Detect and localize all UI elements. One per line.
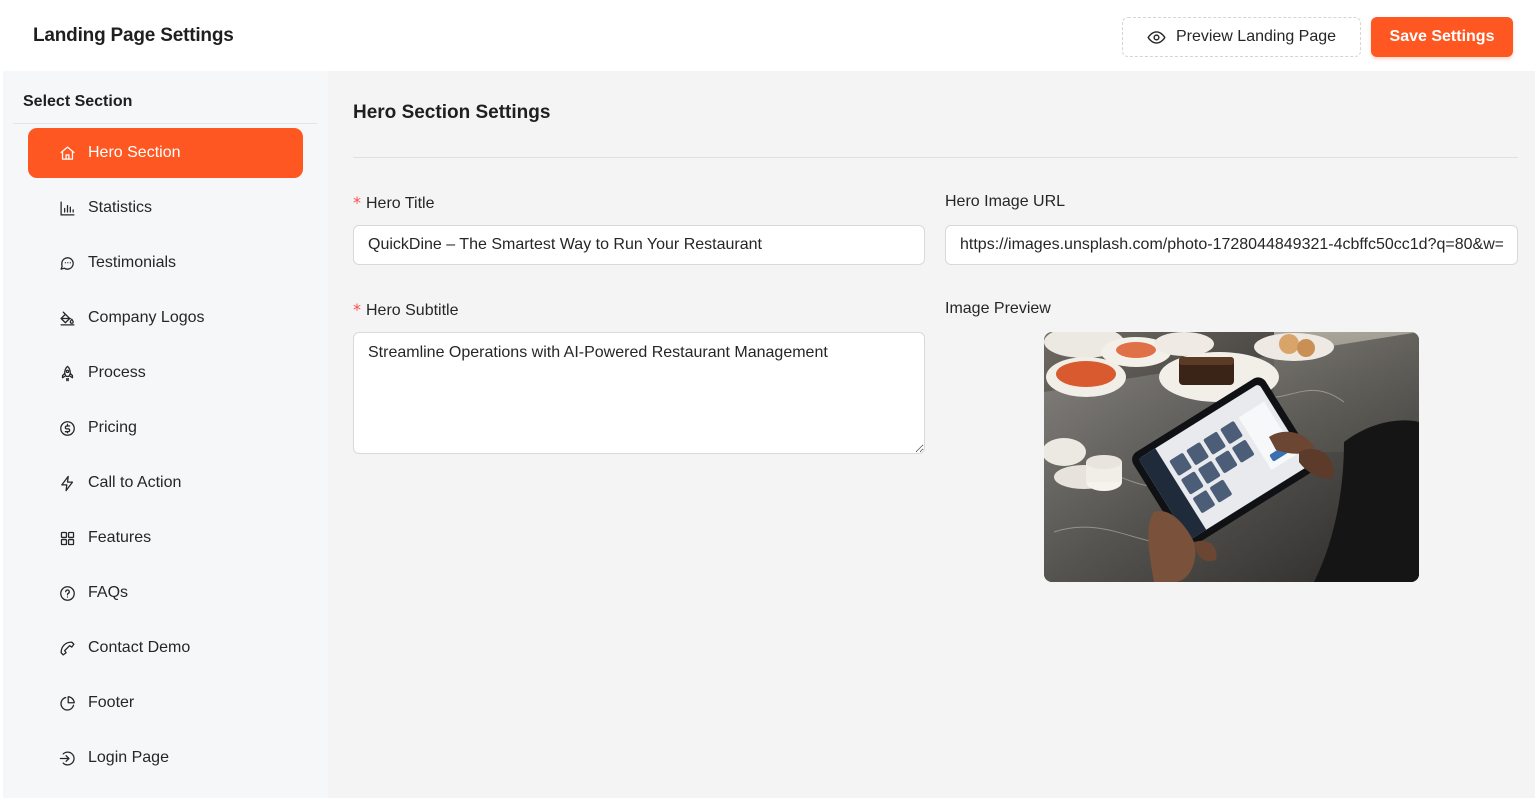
sidebar-item-label: Footer (88, 694, 135, 711)
question-circle-icon (58, 584, 76, 602)
sidebar-item-statistics[interactable]: Statistics (28, 183, 303, 233)
paint-bucket-icon (58, 309, 76, 327)
dollar-circle-icon (58, 419, 76, 437)
sidebar-item-label: Login Page (88, 749, 169, 766)
hero-title-label-text: Hero Title (366, 195, 435, 212)
sidebar-divider (13, 123, 317, 124)
rocket-icon (58, 364, 76, 382)
sidebar-item-call-to-action[interactable]: Call to Action (28, 458, 303, 508)
sidebar-heading: Select Section (23, 93, 133, 110)
page-title: Landing Page Settings (33, 25, 234, 46)
required-mark: * (353, 300, 361, 319)
login-icon (58, 749, 76, 767)
save-settings-button[interactable]: Save Settings (1371, 17, 1513, 57)
hero-title-label: * Hero Title (353, 193, 434, 213)
image-preview-label: Image Preview (945, 300, 1051, 317)
sidebar-item-hero-section[interactable]: Hero Section (28, 128, 303, 178)
section-divider (353, 157, 1518, 158)
hero-image-url-input[interactable] (945, 225, 1518, 265)
sidebar-item-testimonials[interactable]: Testimonials (28, 238, 303, 288)
eye-icon (1147, 28, 1166, 47)
sidebar-item-label: Features (88, 529, 152, 546)
hero-image-url-label: Hero Image URL (945, 193, 1066, 210)
main-content: Hero Section Settings * Hero Title Hero I… (328, 71, 1535, 798)
preview-landing-page-label: Preview Landing Page (1175, 28, 1337, 45)
phone-icon (58, 639, 76, 657)
section-nav: Hero Section Statistics Testimonials Com… (28, 128, 303, 788)
sidebar-item-label: Pricing (88, 419, 137, 436)
required-mark: * (353, 193, 361, 212)
sidebar-item-company-logos[interactable]: Company Logos (28, 293, 303, 343)
section-title: Hero Section Settings (353, 102, 551, 123)
sidebar-item-label: Process (88, 364, 146, 381)
preview-landing-page-button[interactable]: Preview Landing Page (1122, 17, 1361, 57)
sidebar-item-faqs[interactable]: FAQs (28, 568, 303, 618)
sidebar-item-label: FAQs (88, 584, 129, 601)
sidebar-item-label: Testimonials (88, 254, 177, 271)
hero-subtitle-label-text: Hero Subtitle (366, 302, 459, 319)
pie-chart-icon (58, 694, 76, 712)
sidebar-item-label: Contact Demo (88, 639, 191, 656)
hero-image-preview (1044, 332, 1419, 582)
sidebar: Select Section Hero Section Statistics T (3, 71, 328, 798)
sidebar-item-features[interactable]: Features (28, 513, 303, 563)
hero-subtitle-textarea[interactable]: Streamline Operations with AI-Powered Re… (353, 332, 925, 454)
grid-icon (58, 529, 76, 547)
hero-title-input[interactable] (353, 225, 925, 265)
sidebar-item-footer[interactable]: Footer (28, 678, 303, 728)
sidebar-item-contact-demo[interactable]: Contact Demo (28, 623, 303, 673)
app-frame: Landing Page Settings Preview Landing Pa… (3, 2, 1535, 798)
hero-subtitle-label: * Hero Subtitle (353, 300, 459, 320)
sidebar-item-label: Call to Action (88, 474, 182, 491)
sidebar-item-label: Statistics (88, 199, 153, 216)
bar-chart-icon (58, 199, 76, 217)
sidebar-item-pricing[interactable]: Pricing (28, 403, 303, 453)
lightning-icon (58, 474, 76, 492)
sidebar-item-label: Hero Section (88, 144, 181, 161)
chat-bubbles-icon (58, 254, 76, 272)
tablet-in-restaurant-photo (1044, 332, 1419, 582)
top-bar: Landing Page Settings Preview Landing Pa… (3, 2, 1535, 71)
home-icon (58, 144, 76, 162)
sidebar-item-login-page[interactable]: Login Page (28, 733, 303, 783)
sidebar-item-label: Company Logos (88, 309, 205, 326)
sidebar-item-process[interactable]: Process (28, 348, 303, 398)
